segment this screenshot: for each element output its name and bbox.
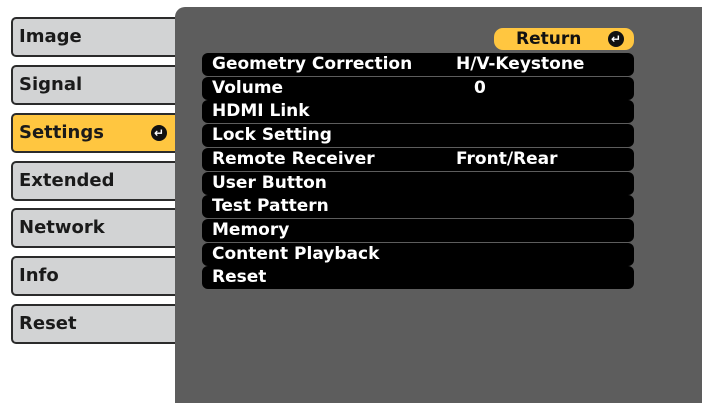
tab-label: Network xyxy=(19,217,105,238)
menu-item-reset[interactable]: Reset xyxy=(202,266,634,289)
tab-reset[interactable]: Reset xyxy=(11,304,175,344)
menu-item-geometry-correction[interactable]: Geometry Correction H/V-Keystone xyxy=(202,53,634,76)
enter-icon: ↵ xyxy=(151,125,167,141)
menu-item-remote-receiver[interactable]: Remote Receiver Front/Rear xyxy=(202,148,634,171)
tab-label: Info xyxy=(19,265,59,286)
menu-sidebar: Image Signal Settings ↵ Extended Network… xyxy=(0,0,190,403)
menu-item-lock-setting[interactable]: Lock Setting xyxy=(202,124,634,147)
item-label: Memory xyxy=(212,220,290,240)
return-button[interactable]: Return ↵ xyxy=(494,28,634,50)
tab-network[interactable]: Network xyxy=(11,208,175,248)
item-value: H/V-Keystone xyxy=(456,54,585,74)
tab-signal[interactable]: Signal xyxy=(11,65,175,105)
menu-item-hdmi-link[interactable]: HDMI Link xyxy=(202,100,634,123)
menu-item-volume[interactable]: Volume 0 xyxy=(202,77,634,100)
item-value: 0 xyxy=(474,78,486,98)
tab-label: Reset xyxy=(19,313,77,334)
tab-settings[interactable]: Settings ↵ xyxy=(11,113,175,153)
return-label: Return xyxy=(516,29,582,49)
tab-info[interactable]: Info xyxy=(11,256,175,296)
tab-label: Extended xyxy=(19,170,115,191)
item-value: Front/Rear xyxy=(456,149,558,169)
tab-label: Signal xyxy=(19,74,83,95)
menu-item-user-button[interactable]: User Button xyxy=(202,172,634,195)
tab-label: Settings xyxy=(19,122,104,143)
item-label: Remote Receiver xyxy=(212,149,375,169)
enter-icon: ↵ xyxy=(608,31,624,47)
tab-image[interactable]: Image xyxy=(11,17,175,57)
item-label: Reset xyxy=(212,267,267,287)
menu-item-memory[interactable]: Memory xyxy=(202,219,634,242)
tab-label: Image xyxy=(19,26,82,47)
item-label: Test Pattern xyxy=(212,196,329,216)
item-label: HDMI Link xyxy=(212,101,310,121)
item-label: Content Playback xyxy=(212,244,380,264)
tab-extended[interactable]: Extended xyxy=(11,161,175,201)
menu-item-content-playback[interactable]: Content Playback xyxy=(202,243,634,266)
item-label: Lock Setting xyxy=(212,125,332,145)
item-label: User Button xyxy=(212,173,327,193)
item-label: Volume xyxy=(212,78,284,98)
item-label: Geometry Correction xyxy=(212,54,413,74)
menu-item-test-pattern[interactable]: Test Pattern xyxy=(202,195,634,218)
